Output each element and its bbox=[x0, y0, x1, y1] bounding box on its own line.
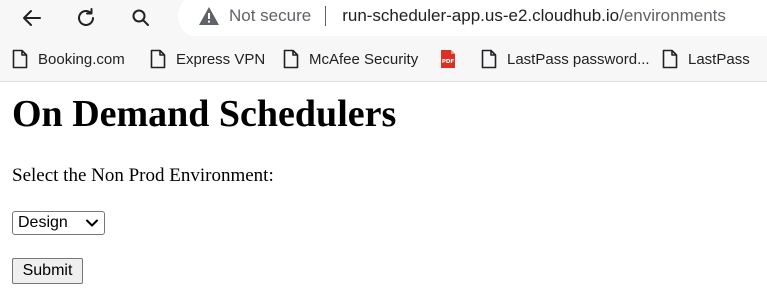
environment-prompt-label: Select the Non Prod Environment: bbox=[12, 165, 274, 186]
security-status-label[interactable]: Not secure bbox=[229, 6, 311, 26]
page-icon bbox=[12, 49, 28, 69]
url-path[interactable]: /environments bbox=[619, 6, 726, 26]
bookmarks-bar: Booking.com Express VPN McAfee Security … bbox=[0, 36, 767, 82]
arrow-left-icon bbox=[20, 6, 44, 30]
warning-triangle-icon[interactable] bbox=[198, 6, 220, 26]
bookmark-mcafee-security[interactable]: McAfee Security bbox=[283, 47, 418, 71]
bookmark-label: LastPass bbox=[688, 50, 750, 68]
environment-select-value: Design bbox=[18, 214, 68, 231]
page-icon bbox=[481, 49, 497, 69]
page-content: On Demand Schedulers Select the Non Prod… bbox=[0, 82, 767, 301]
page-icon bbox=[283, 49, 299, 69]
pdf-icon: PDF bbox=[439, 49, 457, 69]
address-bar[interactable]: Not secure run-scheduler-app.us-e2.cloud… bbox=[178, 0, 767, 38]
submit-button[interactable]: Submit bbox=[12, 258, 83, 284]
back-button[interactable] bbox=[16, 2, 48, 34]
reload-button[interactable] bbox=[70, 2, 102, 34]
bookmark-booking[interactable]: Booking.com bbox=[12, 47, 125, 71]
bookmark-express-vpn[interactable]: Express VPN bbox=[150, 47, 265, 71]
browser-toolbar: Not secure run-scheduler-app.us-e2.cloud… bbox=[0, 0, 767, 38]
search-icon bbox=[131, 8, 151, 28]
reload-icon bbox=[74, 6, 98, 30]
bookmark-label: Booking.com bbox=[38, 50, 125, 68]
chevron-down-icon bbox=[85, 218, 99, 228]
search-button[interactable] bbox=[125, 2, 157, 34]
url-host[interactable]: run-scheduler-app.us-e2.cloudhub.io bbox=[342, 6, 619, 26]
environment-select[interactable]: Design bbox=[12, 211, 105, 235]
bookmark-lastpass-password[interactable]: PDF LastPass password... bbox=[439, 47, 650, 71]
page-title: On Demand Schedulers bbox=[12, 93, 397, 135]
omnibox-divider bbox=[325, 6, 327, 26]
bookmark-label: McAfee Security bbox=[309, 50, 419, 68]
page-icon bbox=[662, 49, 678, 69]
page-icon bbox=[150, 49, 166, 69]
svg-text:PDF: PDF bbox=[442, 59, 455, 65]
bookmark-label: LastPass password... bbox=[507, 50, 650, 68]
bookmark-lastpass[interactable]: LastPass bbox=[662, 47, 750, 71]
bookmark-label: Express VPN bbox=[176, 50, 266, 68]
